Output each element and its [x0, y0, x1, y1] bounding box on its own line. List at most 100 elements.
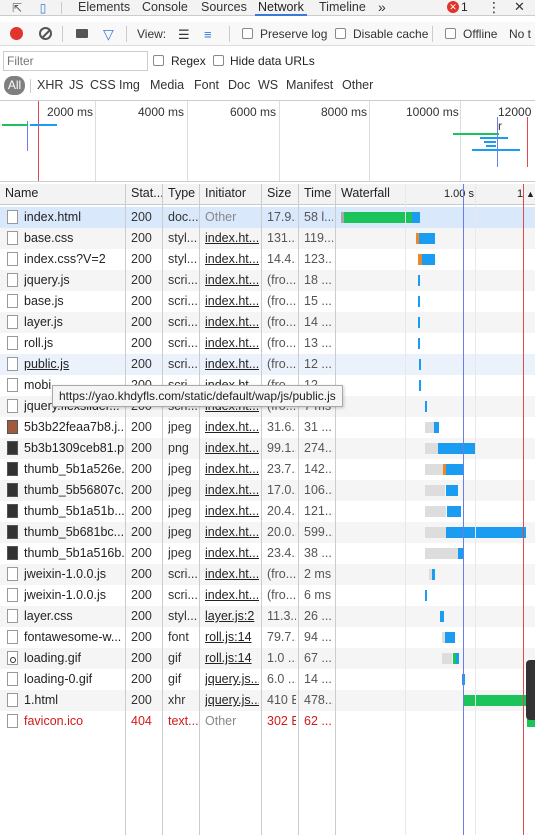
- request-initiator[interactable]: index.ht...: [205, 315, 259, 329]
- request-initiator[interactable]: index.ht...: [205, 462, 259, 476]
- request-initiator[interactable]: index.ht...: [205, 357, 259, 371]
- request-initiator[interactable]: roll.js:14: [205, 630, 259, 644]
- type-js[interactable]: JS: [69, 78, 84, 92]
- type-xhr[interactable]: XHR: [37, 78, 63, 92]
- error-count[interactable]: 1: [461, 0, 468, 14]
- tab-elements[interactable]: Elements: [78, 0, 130, 16]
- request-initiator[interactable]: roll.js:14: [205, 651, 259, 665]
- column-divider[interactable]: [335, 184, 336, 835]
- request-initiator[interactable]: index.ht...: [205, 546, 259, 560]
- table-row[interactable]: jweixin-1.0.0.js 200 scri... index.ht... (fr…: [0, 585, 535, 606]
- device-toolbar-icon[interactable]: ▯: [35, 0, 51, 16]
- type-ws[interactable]: WS: [258, 78, 278, 92]
- table-row[interactable]: thumb_5b681bc... 200 jpeg index.ht... 20.0..…: [0, 522, 535, 543]
- filter-input[interactable]: [3, 51, 148, 71]
- request-initiator[interactable]: index.ht...: [205, 336, 259, 350]
- column-divider[interactable]: [162, 184, 163, 835]
- request-initiator[interactable]: index.ht...: [205, 252, 259, 266]
- table-row[interactable]: layer.js 200 scri... index.ht... (fro... 14 .…: [0, 312, 535, 333]
- request-initiator[interactable]: index.ht...: [205, 504, 259, 518]
- col-type-header[interactable]: Type: [168, 186, 195, 200]
- table-row[interactable]: 5b3b1309ceb81.p... 200 png index.ht... 99.1.…: [0, 438, 535, 459]
- table-row[interactable]: roll.js 200 scri... index.ht... (fro... 13 ..…: [0, 333, 535, 354]
- request-initiator[interactable]: jquery.js...: [205, 672, 259, 686]
- request-initiator[interactable]: index.ht...: [205, 273, 259, 287]
- table-row[interactable]: base.css 200 styl... index.ht... 131... 119..…: [0, 228, 535, 249]
- col-status-header[interactable]: Stat...: [131, 186, 164, 200]
- table-row[interactable]: fontawesome-w... 200 font roll.js:14 79.7...…: [0, 627, 535, 648]
- col-initiator-header[interactable]: Initiator: [205, 186, 246, 200]
- table-row[interactable]: public.js 200 scri... index.ht... (fro... 12 …: [0, 354, 535, 375]
- offline-checkbox[interactable]: [445, 28, 456, 39]
- table-row[interactable]: 1.html 200 xhr jquery.js... 410 B 478...: [0, 690, 535, 711]
- network-overview[interactable]: 2000 ms 4000 ms 6000 ms 8000 ms 10000 ms…: [0, 100, 535, 182]
- type-doc[interactable]: Doc: [228, 78, 250, 92]
- table-row[interactable]: index.css?V=2 200 styl... index.ht... 14.4..…: [0, 249, 535, 270]
- image-file-icon: [7, 462, 18, 476]
- table-row[interactable]: jquery.js 200 scri... index.ht... (fro... 18 …: [0, 270, 535, 291]
- regex-label[interactable]: Regex: [171, 54, 206, 68]
- table-row[interactable]: loading.gif 200 gif roll.js:14 1.0 ... 67 ...: [0, 648, 535, 669]
- table-row[interactable]: layer.css 200 styl... layer.js:2 11.3... 26 .…: [0, 606, 535, 627]
- table-row[interactable]: 5b3b22feaa7b8.j... 200 jpeg index.ht... 31.6…: [0, 417, 535, 438]
- tab-sources[interactable]: Sources: [201, 0, 247, 16]
- type-font[interactable]: Font: [194, 78, 219, 92]
- request-initiator[interactable]: index.ht...: [205, 483, 259, 497]
- tab-timeline[interactable]: Timeline: [319, 0, 366, 16]
- error-icon[interactable]: ✕: [447, 1, 459, 13]
- col-waterfall-header[interactable]: Waterfall: [341, 186, 390, 200]
- scrollbar-thumb[interactable]: [526, 660, 535, 720]
- table-row[interactable]: base.js 200 scri... index.ht... (fro... 15 ..…: [0, 291, 535, 312]
- large-rows-icon[interactable]: ☰: [178, 27, 190, 43]
- column-divider[interactable]: [261, 184, 262, 835]
- col-size-header[interactable]: Size: [267, 186, 291, 200]
- request-initiator[interactable]: index.ht...: [205, 525, 259, 539]
- table-row[interactable]: thumb_5b1a526e... 200 jpeg index.ht... 23.7.…: [0, 459, 535, 480]
- type-media[interactable]: Media: [150, 78, 184, 92]
- regex-checkbox[interactable]: [153, 55, 164, 66]
- close-icon[interactable]: ✕: [514, 0, 525, 16]
- request-initiator[interactable]: jquery.js...: [205, 693, 259, 707]
- column-divider[interactable]: [199, 184, 200, 835]
- request-initiator[interactable]: index.ht...: [205, 420, 259, 434]
- disable-cache-checkbox[interactable]: [335, 28, 346, 39]
- hide-data-urls-checkbox[interactable]: [213, 55, 224, 66]
- table-row[interactable]: index.html 200 doc... Other 17.9... 58 l...: [0, 207, 535, 228]
- filter-icon[interactable]: ▽: [103, 26, 114, 43]
- table-row[interactable]: thumb_5b56807c... 200 jpeg index.ht... 17.0.…: [0, 480, 535, 501]
- preserve-log-label[interactable]: Preserve log: [260, 27, 327, 41]
- table-row[interactable]: thumb_5b1a51b... 200 jpeg index.ht... 20.4..…: [0, 501, 535, 522]
- type-img[interactable]: Img: [119, 78, 140, 92]
- column-divider[interactable]: [125, 184, 126, 835]
- col-time-header[interactable]: Time: [304, 186, 331, 200]
- record-button[interactable]: [10, 27, 23, 40]
- request-initiator[interactable]: index.ht...: [205, 567, 259, 581]
- request-initiator[interactable]: index.ht...: [205, 588, 259, 602]
- type-manifest[interactable]: Manifest: [286, 78, 333, 92]
- more-tabs-icon[interactable]: »: [378, 0, 386, 16]
- col-name-header[interactable]: Name: [5, 186, 38, 200]
- hide-data-urls-label[interactable]: Hide data URLs: [230, 54, 315, 68]
- table-row[interactable]: thumb_5b1a516b... 200 jpeg index.ht... 23.4.…: [0, 543, 535, 564]
- type-all[interactable]: All: [4, 76, 25, 95]
- request-initiator[interactable]: index.ht...: [205, 294, 259, 308]
- inspect-element-icon[interactable]: ⇱: [9, 0, 25, 16]
- tab-console[interactable]: Console: [142, 0, 188, 16]
- request-initiator[interactable]: index.ht...: [205, 231, 259, 245]
- table-row[interactable]: favicon.ico 404 text... Other 302 B 62 ...: [0, 711, 535, 732]
- preserve-log-checkbox[interactable]: [242, 28, 253, 39]
- disable-cache-label[interactable]: Disable cache: [353, 27, 428, 41]
- kebab-menu-icon[interactable]: ⋮: [487, 0, 501, 16]
- column-divider[interactable]: [298, 184, 299, 835]
- request-initiator[interactable]: index.ht...: [205, 441, 259, 455]
- table-row[interactable]: jweixin-1.0.0.js 200 scri... index.ht... (fr…: [0, 564, 535, 585]
- type-other[interactable]: Other: [342, 78, 373, 92]
- type-css[interactable]: CSS: [90, 78, 116, 92]
- table-row[interactable]: loading-0.gif 200 gif jquery.js... 6.0 ... 14…: [0, 669, 535, 690]
- request-initiator[interactable]: layer.js:2: [205, 609, 259, 623]
- clear-button[interactable]: [39, 27, 52, 40]
- overview-icon[interactable]: ≡: [204, 27, 212, 42]
- capture-screenshots-icon[interactable]: [76, 29, 88, 38]
- throttling-select[interactable]: No t: [509, 27, 531, 41]
- offline-label[interactable]: Offline: [463, 27, 497, 41]
